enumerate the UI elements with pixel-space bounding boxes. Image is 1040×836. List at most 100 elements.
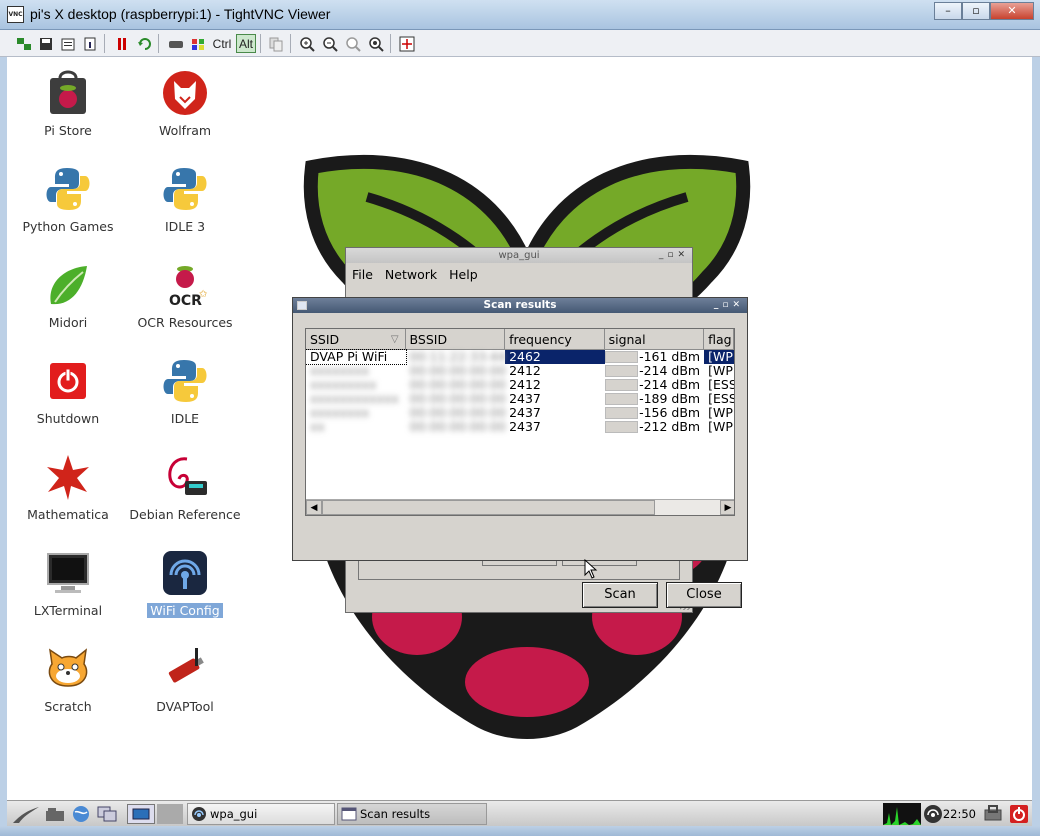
menu-network[interactable]: Network bbox=[385, 267, 437, 282]
power-icon bbox=[44, 357, 92, 405]
desktop-icon-lxterminal[interactable]: LXTerminal bbox=[10, 549, 126, 618]
table-row[interactable]: xxxxxxxxxxxx 00:00:00:00:00:002437 -189 dB… bbox=[306, 392, 734, 406]
cell-bssid: 00:00:00:00:00:00 bbox=[409, 378, 506, 392]
file-manager-icon[interactable] bbox=[45, 805, 65, 827]
alt-toggle-button[interactable]: Alt bbox=[236, 34, 256, 53]
desktop-icon-label: Python Games bbox=[22, 219, 114, 234]
table-row[interactable]: xxxxxxxx 00:00:00:00:00:002412 -214 dBm [WP bbox=[306, 364, 734, 378]
desktop-icon-idle3[interactable]: IDLE 3 bbox=[127, 165, 243, 234]
zoom-out-icon[interactable] bbox=[320, 34, 340, 53]
pi-store-icon bbox=[44, 69, 92, 117]
scroll-left-icon[interactable]: ◀ bbox=[306, 500, 322, 515]
desktop-icon-midori[interactable]: Midori bbox=[10, 261, 126, 330]
horizontal-scrollbar[interactable]: ◀ ▶ bbox=[306, 499, 734, 515]
desktop-icon-pi-store[interactable]: Pi Store bbox=[10, 69, 126, 138]
lock-screen-icon[interactable] bbox=[983, 804, 1003, 828]
cell-ssid: xx bbox=[310, 420, 325, 434]
transfer-files-icon[interactable] bbox=[266, 34, 286, 53]
wpa-gui-window-controls[interactable]: _▫✕ bbox=[659, 248, 689, 263]
refresh-icon[interactable] bbox=[135, 34, 155, 53]
zoom-in-icon[interactable] bbox=[297, 34, 317, 53]
clock[interactable]: 22:50 bbox=[943, 801, 976, 827]
cell-bssid: 00:00:00:00:00:00 bbox=[409, 392, 506, 406]
menu-help[interactable]: Help bbox=[449, 267, 478, 282]
scroll-right-icon[interactable]: ▶ bbox=[720, 500, 734, 515]
cell-bssid: 00:00:00:00:00:00 bbox=[409, 420, 506, 434]
column-header-frequency[interactable]: frequency bbox=[505, 329, 605, 349]
show-desktop-icon[interactable] bbox=[127, 804, 155, 824]
info-icon[interactable] bbox=[80, 34, 100, 53]
fullscreen-icon[interactable] bbox=[397, 34, 417, 53]
options-icon[interactable] bbox=[58, 34, 78, 53]
desktop-icon-wolfram[interactable]: Wolfram bbox=[127, 69, 243, 138]
midori-icon bbox=[44, 261, 92, 309]
zoom-100-icon[interactable] bbox=[343, 34, 363, 53]
desktop-icon-label: WiFi Config bbox=[147, 603, 223, 618]
table-row[interactable]: xxxxxxxx 00:00:00:00:00:002437 -156 dBm [WP bbox=[306, 406, 734, 420]
desktop-icon-ocr-resources[interactable]: OCR ✩ OCR Resources bbox=[127, 261, 243, 330]
scan-results-title: Scan results bbox=[483, 299, 557, 311]
minimize-button[interactable]: – bbox=[934, 2, 962, 20]
cell-ssid: xxxxxxxxxxxx bbox=[310, 392, 399, 406]
web-browser-icon[interactable] bbox=[71, 804, 91, 828]
scan-results-titlebar[interactable]: Scan results _▫✕ bbox=[293, 298, 747, 313]
python-icon bbox=[44, 165, 92, 213]
scrollbar-thumb[interactable] bbox=[322, 500, 655, 515]
table-row[interactable]: xxxxxxxxx 00:00:00:00:00:002412 -214 dBm [E… bbox=[306, 378, 734, 392]
debian-swirl-icon bbox=[161, 453, 209, 501]
column-header-flags[interactable]: flag bbox=[704, 329, 734, 349]
cell-flags: [WP bbox=[708, 420, 733, 434]
ctrl-esc-icon[interactable] bbox=[188, 34, 208, 53]
desktop-icon-mathematica[interactable]: Mathematica bbox=[10, 453, 126, 522]
desktop-pager[interactable] bbox=[157, 804, 183, 824]
vnc-titlebar[interactable]: VNC pi's X desktop (raspberrypi:1) - Tig… bbox=[0, 0, 1040, 30]
new-connection-icon[interactable] bbox=[14, 34, 34, 53]
signal-value: -214 dBm bbox=[639, 364, 701, 378]
window-icon bbox=[341, 806, 357, 822]
maximize-button[interactable]: ▫ bbox=[962, 2, 990, 20]
table-row[interactable]: xx 00:00:00:00:00:002437 -212 dBm [WP bbox=[306, 420, 734, 434]
column-header-ssid[interactable]: SSID ▽ bbox=[306, 329, 406, 349]
vnc-app-icon: VNC bbox=[7, 6, 24, 23]
python-icon bbox=[161, 357, 209, 405]
column-header-bssid[interactable]: BSSID bbox=[406, 329, 506, 349]
desktop-icon-label: IDLE 3 bbox=[164, 219, 206, 234]
menu-file[interactable]: File bbox=[352, 267, 373, 282]
scan-results-dialog[interactable]: Scan results _▫✕ SSID ▽ BSSID frequency s… bbox=[292, 297, 748, 608]
scan-results-list[interactable]: SSID ▽ BSSID frequency signal flag DVAP P… bbox=[305, 328, 735, 516]
desktop-icon-debian-reference[interactable]: Debian Reference bbox=[127, 453, 243, 522]
zoom-fit-icon[interactable] bbox=[366, 34, 386, 53]
desktop-icon-label: Wolfram bbox=[158, 123, 212, 138]
desktop-icon-label: OCR Resources bbox=[137, 315, 233, 330]
desktop-icon-shutdown[interactable]: Shutdown bbox=[10, 357, 126, 426]
desktop-icon-label: Shutdown bbox=[36, 411, 100, 426]
window-menu-icon[interactable] bbox=[297, 301, 307, 310]
desktop-icon-dvaptool[interactable]: DVAPTool bbox=[127, 645, 243, 714]
desktop-icon-python-games[interactable]: Python Games bbox=[10, 165, 126, 234]
logout-power-icon[interactable] bbox=[1009, 804, 1029, 828]
window-switcher-icon[interactable] bbox=[97, 805, 119, 827]
cell-flags: [WP bbox=[708, 406, 733, 420]
close-button[interactable]: ✕ bbox=[990, 2, 1034, 20]
ctrl-alt-del-icon[interactable] bbox=[166, 34, 186, 53]
desktop-icon-wifi-config[interactable]: WiFi Config bbox=[127, 549, 243, 618]
scan-button[interactable]: Scan bbox=[582, 582, 658, 608]
save-icon[interactable] bbox=[36, 34, 56, 53]
column-header-signal[interactable]: signal bbox=[605, 329, 705, 349]
lxde-menu-icon[interactable] bbox=[11, 803, 41, 825]
table-row[interactable]: DVAP Pi WiFi00:11:22:33:44:552462 -161 dB… bbox=[306, 349, 734, 365]
taskbar-item-scan-results[interactable]: Scan results bbox=[337, 803, 487, 825]
cell-frequency: 2437 bbox=[509, 406, 541, 420]
taskbar-item-wpa-gui[interactable]: wpa_gui bbox=[187, 803, 335, 825]
desktop-icon-scratch[interactable]: Scratch bbox=[10, 645, 126, 714]
wifi-tray-icon[interactable] bbox=[923, 804, 943, 828]
ctrl-toggle-button[interactable]: Ctrl bbox=[210, 34, 234, 53]
wpa-gui-titlebar[interactable]: wpa_gui _▫✕ bbox=[346, 248, 692, 263]
desktop-icon-idle[interactable]: IDLE bbox=[127, 357, 243, 426]
remote-desktop[interactable]: Pi Store Python Games Midori Shutdown Ma… bbox=[7, 57, 1032, 800]
scan-results-window-controls[interactable]: _▫✕ bbox=[714, 298, 744, 313]
cell-bssid: 00:00:00:00:00:00 bbox=[409, 364, 506, 378]
list-header: SSID ▽ BSSID frequency signal flag bbox=[306, 329, 734, 350]
pause-icon[interactable] bbox=[112, 34, 132, 53]
close-dialog-button[interactable]: Close bbox=[666, 582, 742, 608]
